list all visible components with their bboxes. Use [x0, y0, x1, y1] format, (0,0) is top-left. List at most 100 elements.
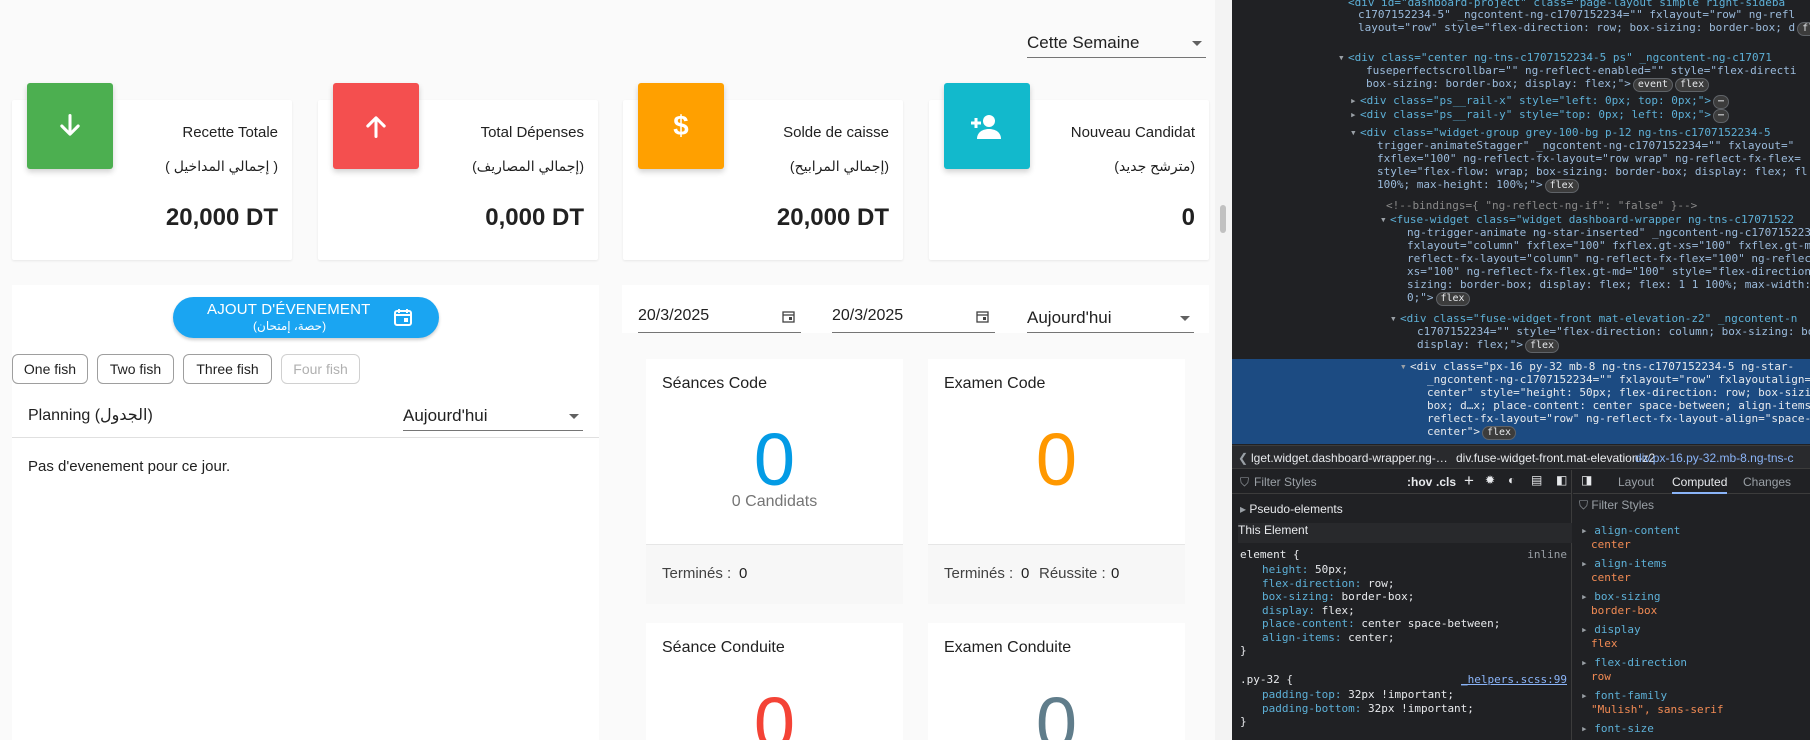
- dom-node-line[interactable]: 0;"> flex: [1397, 291, 1470, 306]
- layout-badge[interactable]: flex: [1544, 179, 1579, 193]
- contrast-icon[interactable]: ◐: [1508, 473, 1515, 487]
- layout-badge[interactable]: flex: [1524, 339, 1560, 353]
- style-property[interactable]: place-content: center space-between;: [1262, 617, 1500, 631]
- computed-property-name[interactable]: ▸ display: [1581, 623, 1641, 637]
- layout-badge[interactable]: flex: [1481, 426, 1517, 440]
- layout-badge[interactable]: flex: [1435, 292, 1470, 306]
- sun-icon[interactable]: ✹: [1485, 473, 1495, 487]
- expand-right-icon[interactable]: ▸: [1350, 108, 1360, 121]
- dom-node-line[interactable]: box; d…x; place-content: center space-be…: [1417, 399, 1810, 412]
- layout-badge[interactable]: event: [1632, 78, 1674, 92]
- dom-node-line[interactable]: sizing: border-box; display: flex; flex:…: [1397, 278, 1810, 291]
- styles-filter-input[interactable]: Filter Styles: [1254, 475, 1317, 489]
- dom-node-line[interactable]: ▸ <div class="ps__rail-x" style="left: 0p…: [1350, 94, 1730, 109]
- sidebar-toggle-icon[interactable]: ◧: [1556, 473, 1567, 487]
- chip-three-fish[interactable]: Three fish: [183, 354, 272, 384]
- rule-origin[interactable]: _helpers.scss:99: [1461, 673, 1567, 687]
- calendar-icon[interactable]: [976, 310, 989, 328]
- layout-badge[interactable]: flex: [1797, 22, 1810, 36]
- hov-toggle[interactable]: :hov: [1407, 475, 1432, 489]
- tab-computed[interactable]: Computed: [1672, 475, 1728, 494]
- divider: [12, 437, 599, 438]
- tab-changes[interactable]: Changes: [1743, 475, 1791, 489]
- tab-layout[interactable]: Layout: [1618, 475, 1654, 489]
- expand-down-icon[interactable]: ▾: [1380, 213, 1390, 226]
- style-property[interactable]: padding-top: 32px !important;: [1262, 688, 1454, 702]
- ellipsis-badge[interactable]: ⋯: [1713, 95, 1730, 109]
- expand-down-icon[interactable]: ▾: [1390, 312, 1400, 325]
- dom-node-line[interactable]: style="flex-flow: wrap; box-sizing: bord…: [1367, 165, 1807, 178]
- expand-down-icon[interactable]: ▾: [1350, 126, 1360, 139]
- dom-node-line[interactable]: ▾ <div class="fuse-widget-front mat-eleva…: [1390, 312, 1797, 325]
- computed-sidebar-icon[interactable]: ▤: [1531, 473, 1542, 487]
- dom-node-line[interactable]: reflect-fx-layout="row" ng-reflect-fx-la…: [1417, 412, 1810, 425]
- breadcrumb-item[interactable]: lget.widget.dashboard-wrapper.ng-…: [1251, 451, 1448, 465]
- dom-node-line[interactable]: c1707152234-5" _ngcontent-ng-c1707152234…: [1348, 8, 1795, 21]
- rule-selector[interactable]: element {: [1240, 548, 1300, 562]
- planning-period-select[interactable]: Aujourd'hui: [403, 405, 583, 431]
- sidebar-icon[interactable]: ◨: [1581, 473, 1592, 487]
- dom-node-line[interactable]: layout="row" style="flex-direction: row;…: [1348, 21, 1810, 36]
- rule-selector[interactable]: .py-32 {: [1240, 673, 1293, 687]
- chip-one-fish[interactable]: One fish: [12, 354, 88, 384]
- chevron-left-icon[interactable]: ❮: [1238, 451, 1248, 465]
- date-to-field[interactable]: 20/3/2025: [832, 307, 995, 333]
- computed-property-name[interactable]: ▸ box-sizing: [1581, 590, 1660, 604]
- dom-node-line[interactable]: fuseperfectscrollbar="" ng-reflect-enabl…: [1356, 64, 1796, 77]
- dom-node-line[interactable]: <!--bindings={ "ng-reflect-ng-if": "fals…: [1376, 199, 1697, 212]
- computed-property-name[interactable]: ▸ align-items: [1581, 557, 1667, 571]
- dom-node-line[interactable]: ▾ <div class="px-16 py-32 mb-8 ng-tns-c17…: [1400, 360, 1794, 373]
- dom-node-line[interactable]: ▾ <div class="widget-group grey-100-bg p-…: [1350, 126, 1771, 139]
- computed-property-name[interactable]: ▸ align-content: [1581, 524, 1680, 538]
- computed-filter-input[interactable]: Filter Styles: [1591, 498, 1654, 512]
- date-from-field[interactable]: 20/3/2025: [638, 307, 801, 333]
- computed-property-name[interactable]: ▸ font-family: [1581, 689, 1667, 703]
- breadcrumb-item[interactable]: div.fuse-widget-front.mat-elevation-z2: [1456, 451, 1655, 465]
- dom-node-line[interactable]: ▾ <fuse-widget class="widget dashboard-wr…: [1380, 213, 1794, 226]
- page-scrollbar[interactable]: [1215, 0, 1232, 740]
- dom-node-line[interactable]: trigger-animateStagger" _ngcontent-ng-c1…: [1367, 139, 1794, 152]
- expand-down-icon[interactable]: ▾: [1400, 360, 1410, 373]
- expand-down-icon[interactable]: ▾: [1338, 51, 1348, 64]
- dom-node-line[interactable]: 100%; max-height: 100%;"> flex: [1367, 178, 1579, 193]
- scrollbar-thumb[interactable]: [1220, 205, 1226, 233]
- expand-right-icon[interactable]: ▸: [1350, 94, 1360, 107]
- computed-property-name[interactable]: ▸ font-size: [1581, 722, 1654, 736]
- rule-origin[interactable]: inline: [1527, 548, 1567, 562]
- dom-node-text: trigger-animateStagger" _ngcontent-ng-c1…: [1377, 139, 1795, 152]
- add-rule-icon[interactable]: +: [1464, 471, 1474, 491]
- dashboard-app: Cette Semaine Recette Totale ( إجمالي ال…: [0, 0, 1232, 740]
- ellipsis-badge[interactable]: ⋯: [1713, 109, 1730, 123]
- dom-node-line[interactable]: ▾ <div class="center ng-tns-c1707152234-5…: [1338, 51, 1772, 64]
- computed-filter[interactable]: ⛉ Filter Styles: [1579, 498, 1804, 518]
- stat-arabic-label: (مترشح جديد): [1114, 158, 1195, 174]
- chip-two-fish[interactable]: Two fish: [97, 354, 174, 384]
- dom-node-line[interactable]: ▸ <div class="ps__rail-y" style="top: 0px…: [1350, 108, 1730, 123]
- dom-node-line[interactable]: fxflex="100" ng-reflect-fx-layout="row w…: [1367, 152, 1801, 165]
- breadcrumb-item[interactable]: div.px-16.py-32.mb-8.ng-tns-c: [1635, 451, 1794, 465]
- style-property[interactable]: align-items: center;: [1262, 631, 1394, 645]
- cls-toggle[interactable]: .cls: [1436, 475, 1456, 489]
- period-select[interactable]: Cette Semaine: [1027, 32, 1206, 58]
- filter-period-select[interactable]: Aujourd'hui: [1027, 307, 1194, 333]
- dom-node-line[interactable]: c1707152234="" style="flex-direction: co…: [1407, 325, 1810, 338]
- style-property[interactable]: padding-bottom: 32px !important;: [1262, 702, 1474, 716]
- pseudo-elements-section[interactable]: ▸ Pseudo-elements: [1240, 502, 1343, 516]
- dom-node-line[interactable]: reflect-fx-layout="column" ng-reflect-fx…: [1397, 252, 1810, 265]
- style-property[interactable]: display: flex;: [1262, 604, 1355, 618]
- dom-node-line[interactable]: _ngcontent-ng-c1707152234="" fxlayout="r…: [1417, 373, 1810, 386]
- layout-badge[interactable]: flex: [1675, 78, 1710, 92]
- dom-node-line[interactable]: center" style="height: 50px; flex-direct…: [1417, 386, 1810, 399]
- style-property[interactable]: box-sizing: border-box;: [1262, 590, 1414, 604]
- style-property[interactable]: height: 50px;: [1262, 563, 1348, 577]
- dom-node-line[interactable]: xs="100" ng-reflect-fx-flex.gt-md="100" …: [1397, 265, 1810, 278]
- dom-node-line[interactable]: ng-trigger-animate ng-star-inserted" _ng…: [1397, 226, 1810, 239]
- dom-node-line[interactable]: fxlayout="column" fxflex="100" fxflex.gt…: [1397, 239, 1810, 252]
- calendar-icon[interactable]: [782, 310, 795, 328]
- style-property[interactable]: flex-direction: row;: [1262, 577, 1394, 591]
- dom-node-line[interactable]: box-sizing: border-box; display: flex;">…: [1356, 77, 1710, 92]
- dom-node-line[interactable]: center"> flex: [1417, 425, 1517, 440]
- computed-property-name[interactable]: ▸ flex-direction: [1581, 656, 1687, 670]
- add-event-button[interactable]: AJOUT D'ÉVENEMENT (حصة، إمتحان): [173, 297, 439, 338]
- dom-node-line[interactable]: display: flex;"> flex: [1407, 338, 1560, 353]
